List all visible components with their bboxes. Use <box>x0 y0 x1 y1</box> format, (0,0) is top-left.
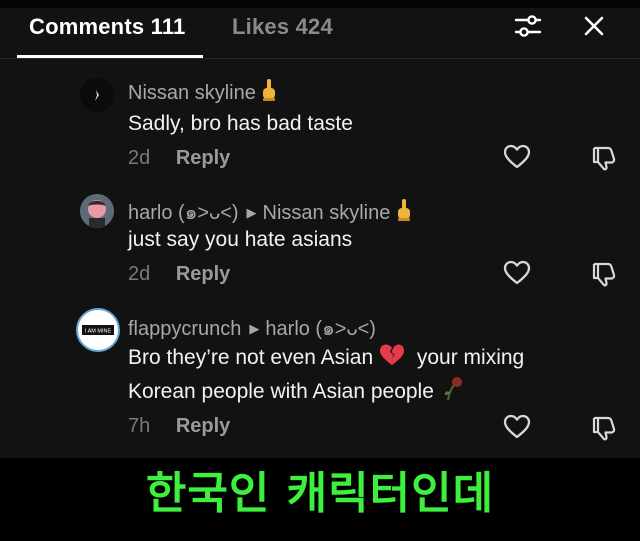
close-icon[interactable] <box>580 10 610 47</box>
dislike-thumb-icon[interactable] <box>590 414 618 447</box>
comment-text-part: Bro they’re not even Asian <box>128 346 374 369</box>
reply-arrow-icon: ▶ <box>246 205 257 220</box>
tab-bar: Comments 111 Likes 424 <box>0 8 640 59</box>
video-caption-subtitle: 한국인 캐릭터인데 <box>145 468 495 519</box>
reply-button[interactable]: Reply <box>176 415 230 437</box>
avatar[interactable] <box>80 78 114 112</box>
avatar[interactable]: I AM MINE <box>76 308 120 352</box>
reply-arrow-icon: ▶ <box>249 321 260 336</box>
like-heart-icon[interactable] <box>503 144 531 175</box>
comment-text-line2: Korean people with Asian people <box>128 375 466 412</box>
tab-likes[interactable]: Likes 424 <box>232 14 333 40</box>
avatar-text: I AM MINE <box>85 329 112 335</box>
reply-button[interactable]: Reply <box>176 263 230 285</box>
comment-meta: 2d Reply <box>128 147 230 170</box>
comment-text: Sadly, bro has bad taste <box>128 112 353 135</box>
comment-text-part: your mixing <box>416 346 525 369</box>
comment-meta: 2d Reply <box>128 263 230 286</box>
filter-sliders-icon[interactable] <box>512 10 544 47</box>
like-heart-icon[interactable] <box>503 260 531 291</box>
comments-panel: Comments 111 Likes 424 Nissan skyline Sa… <box>0 0 640 458</box>
reply-to-username[interactable]: Nissan skyline <box>263 202 391 224</box>
comment-time: 7h <box>128 415 151 437</box>
comment-time: 2d <box>128 263 151 285</box>
dislike-thumb-icon[interactable] <box>590 144 618 177</box>
top-strip <box>0 0 640 8</box>
middle-finger-emoji-icon <box>261 78 277 108</box>
comment-meta: 7h Reply <box>128 415 230 438</box>
middle-finger-emoji-icon <box>396 198 412 228</box>
reply-to-username[interactable]: harlo (๑˃ᴗ˂) <box>265 318 376 340</box>
reply-button[interactable]: Reply <box>176 147 230 169</box>
dislike-thumb-icon[interactable] <box>590 260 618 293</box>
comment-username[interactable]: flappycrunch ▶ harlo (๑˃ᴗ˂) <box>128 312 376 344</box>
active-tab-underline <box>17 55 203 58</box>
like-heart-icon[interactable] <box>503 414 531 445</box>
comment-time: 2d <box>128 147 151 169</box>
avatar[interactable] <box>80 194 114 228</box>
tab-comments[interactable]: Comments 111 <box>29 14 185 40</box>
comment-text: just say you hate asians <box>128 228 353 251</box>
comment-text-line1: Bro they’re not even Asian your mixing <box>128 341 524 378</box>
comment-text-part: Korean people with Asian people <box>128 380 434 403</box>
wilted-rose-emoji-icon <box>440 375 466 412</box>
comment-username[interactable]: Nissan skyline <box>128 78 277 108</box>
broken-heart-emoji-icon <box>379 343 405 378</box>
